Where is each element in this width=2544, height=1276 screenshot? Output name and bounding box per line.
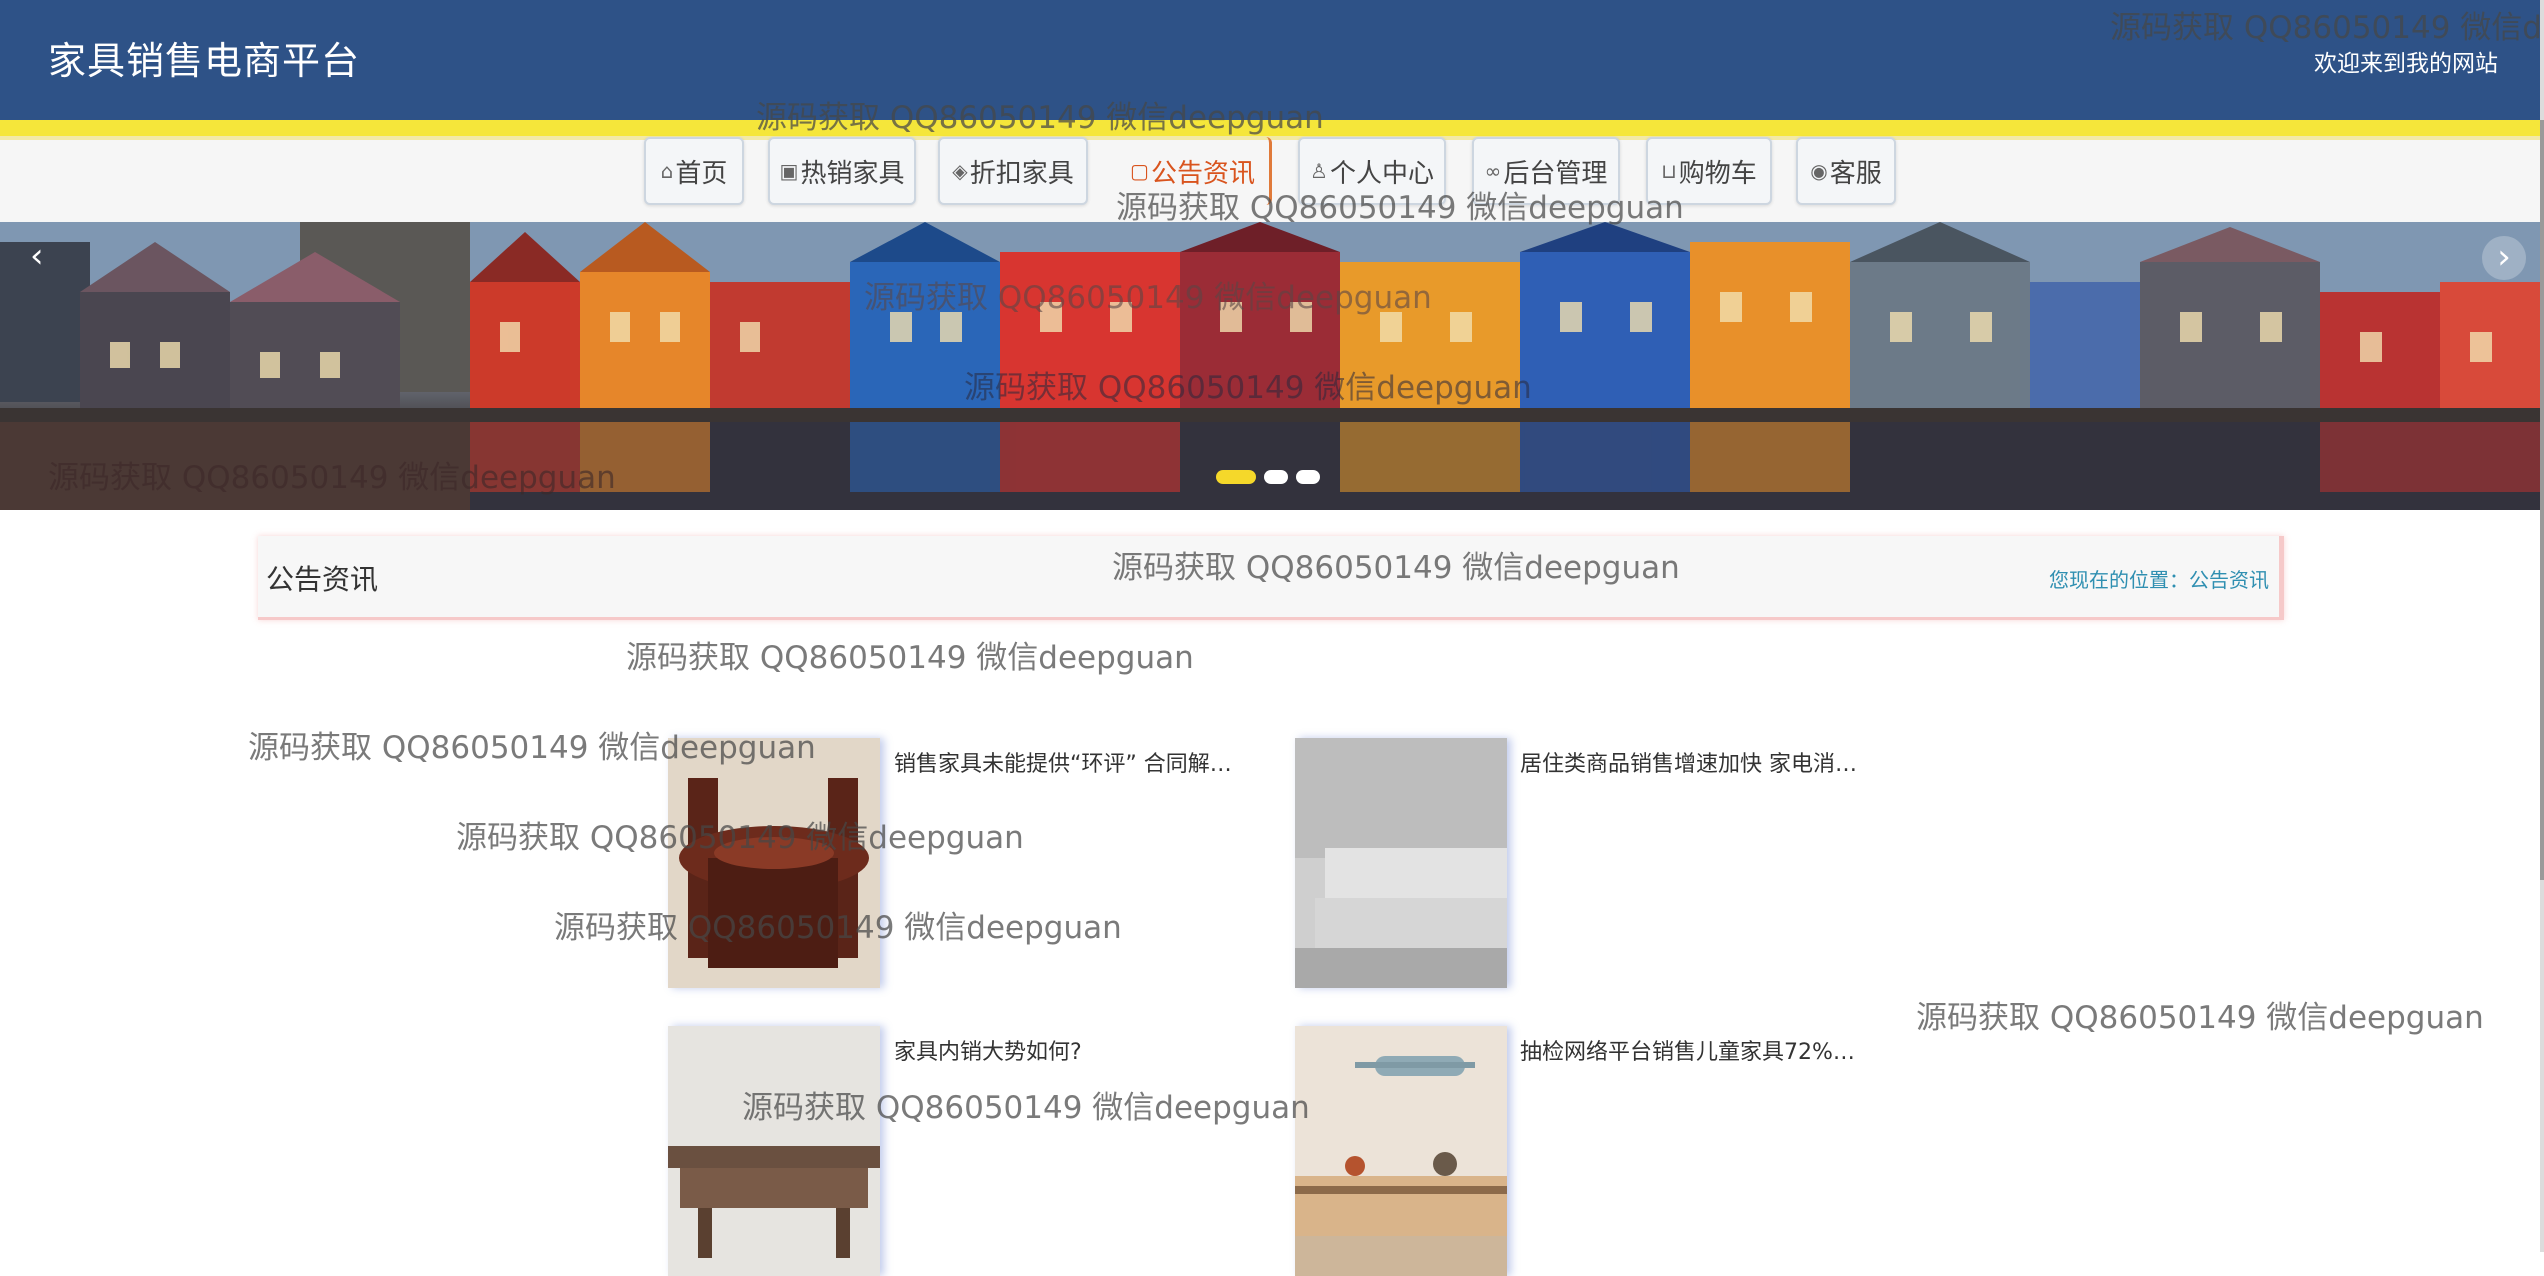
nav-item-announcements[interactable]: ▢ 公告资讯: [1116, 137, 1272, 205]
nav-item-label: 个人中心: [1329, 158, 1434, 189]
nav-item-label: 折扣家具: [969, 158, 1074, 189]
banner-carousel[interactable]: ‹ ›: [0, 222, 2540, 510]
banner-image: [0, 222, 2540, 510]
white-sofa-image: [1295, 738, 1507, 988]
watermark-text: 源码获取 QQ86050149 微信deepguan: [626, 640, 1194, 676]
news-thumbnail[interactable]: [668, 1026, 880, 1276]
notice-icon: ▢: [1130, 159, 1149, 183]
nav-item-personal-center[interactable]: ♙ 个人中心: [1298, 137, 1446, 205]
carousel-indicators: [1216, 470, 1320, 484]
breadcrumb-bar: 公告资讯 您现在的位置：公告资讯: [258, 536, 2284, 620]
news-thumbnail[interactable]: [1295, 1026, 1507, 1276]
welcome-text: 欢迎来到我的网站: [2314, 51, 2498, 77]
user-icon: ♙: [1310, 159, 1328, 183]
news-title[interactable]: 家具内销大势如何?: [894, 1034, 1082, 1066]
nav-item-label: 后台管理: [1503, 158, 1608, 189]
nav-item-home[interactable]: ⌂ 首页: [644, 137, 744, 205]
nav-item-customer-service[interactable]: ◉ 客服: [1796, 137, 1896, 205]
tv-cabinet-image: [1295, 1026, 1507, 1276]
header-accent-stripe: [0, 120, 2540, 136]
nav-item-hot-furniture[interactable]: ▣ 热销家具: [768, 137, 916, 205]
site-header: 家具销售电商平台 欢迎来到我的网站: [0, 0, 2540, 120]
dining-table-image: [668, 738, 880, 988]
nav-item-label: 热销家具: [800, 158, 905, 189]
chat-icon: ◉: [1810, 159, 1828, 183]
nav-item-label: 购物车: [1678, 158, 1757, 189]
nav-item-admin[interactable]: ∞ 后台管理: [1472, 137, 1620, 205]
cart-icon: ⊔: [1661, 159, 1677, 183]
breadcrumb-location[interactable]: 您现在的位置：公告资讯: [2049, 564, 2269, 593]
carousel-prev-button[interactable]: ‹: [30, 236, 44, 276]
nav-item-discount-furniture[interactable]: ◈ 折扣家具: [938, 137, 1088, 205]
wooden-cabinet-image: [668, 1026, 880, 1276]
hot-icon: ▣: [779, 159, 799, 183]
nav-item-label: 首页: [675, 158, 728, 189]
news-thumbnail[interactable]: [668, 738, 880, 988]
home-icon: ⌂: [660, 159, 674, 183]
site-title[interactable]: 家具销售电商平台: [48, 30, 360, 85]
watermark-text: 源码获取 QQ86050149 微信deepguan: [1916, 1000, 2484, 1036]
carousel-dot-1[interactable]: [1216, 470, 1256, 484]
nav-item-cart[interactable]: ⊔ 购物车: [1646, 137, 1772, 205]
nav-item-label: 客服: [1829, 158, 1882, 189]
nav-item-label: 公告资讯: [1150, 158, 1255, 189]
carousel-next-button[interactable]: ›: [2482, 236, 2526, 280]
news-title[interactable]: 销售家具未能提供“环评” 合同解…: [894, 746, 1232, 778]
news-title[interactable]: 居住类商品销售增速加快 家电消…: [1520, 746, 1857, 778]
news-title[interactable]: 抽检网络平台销售儿童家具72%…: [1520, 1034, 1855, 1066]
page-scrollbar-thumb[interactable]: [2540, 120, 2544, 880]
section-title: 公告资讯: [266, 563, 379, 596]
carousel-dot-3[interactable]: [1296, 470, 1320, 484]
discount-icon: ◈: [952, 159, 968, 183]
link-icon: ∞: [1484, 159, 1502, 183]
carousel-dot-2[interactable]: [1264, 470, 1288, 484]
news-thumbnail[interactable]: [1295, 738, 1507, 988]
